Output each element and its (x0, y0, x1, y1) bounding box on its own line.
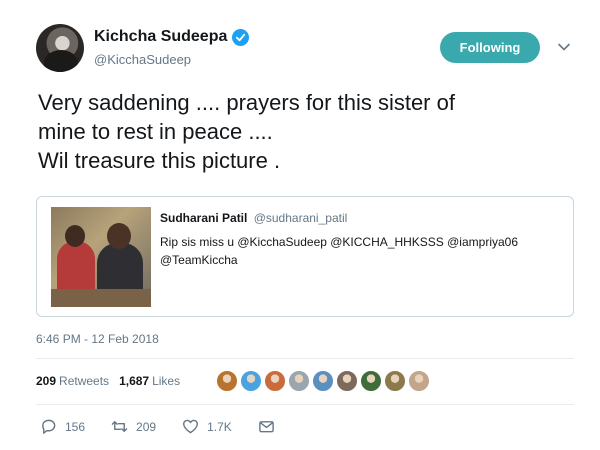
retweet-count: 209 (136, 419, 157, 434)
liker-avatar[interactable] (312, 370, 334, 392)
quoted-tweet-text: Rip sis miss u @KicchaSudeep @KICCHA_HHK… (160, 235, 519, 267)
quoted-tweet-photo[interactable] (51, 207, 151, 307)
envelope-icon (258, 421, 274, 433)
author-name-row: Kichcha Sudeepa (94, 28, 250, 46)
liker-avatar[interactable] (240, 370, 262, 392)
retweet-icon (111, 421, 128, 432)
liker-avatar[interactable] (336, 370, 358, 392)
quoted-tweet-card[interactable]: Sudharani Patil @sudharani_patil Rip sis… (36, 196, 574, 317)
divider-top (36, 358, 574, 359)
liker-avatar[interactable] (360, 370, 382, 392)
liker-avatar[interactable] (216, 370, 238, 392)
liker-avatar[interactable] (408, 370, 430, 392)
divider-bottom (36, 404, 574, 405)
liker-avatars (216, 370, 430, 392)
direct-message-button[interactable] (258, 418, 275, 435)
following-button[interactable]: Following (440, 32, 540, 63)
retweet-stat-label: Retweets (59, 374, 110, 388)
author-avatar[interactable] (36, 24, 84, 72)
liker-avatar[interactable] (264, 370, 286, 392)
retweet-stat-count: 209 (36, 374, 57, 388)
tweet-action-bar: 156 209 1.7K (40, 418, 301, 435)
reply-count: 156 (65, 419, 86, 434)
quoted-author-name: Sudharani Patil (160, 211, 248, 225)
heart-icon (183, 419, 199, 434)
engagement-stats: 209 Retweets 1,687 Likes (36, 374, 180, 388)
liker-avatar[interactable] (384, 370, 406, 392)
retweet-button[interactable]: 209 (111, 418, 156, 435)
reply-icon (42, 419, 56, 434)
tweet-text: Very saddening .... prayers for this sis… (38, 90, 455, 173)
reply-button[interactable]: 156 (40, 418, 85, 435)
like-button[interactable]: 1.7K (182, 418, 232, 435)
author-handle[interactable]: @KicchaSudeep (94, 52, 191, 67)
tweet-timestamp[interactable]: 6:46 PM - 12 Feb 2018 (36, 332, 159, 346)
retweet-stat[interactable]: 209 Retweets (36, 374, 109, 388)
like-stat-count: 1,687 (119, 374, 150, 388)
like-count: 1.7K (207, 419, 232, 434)
quoted-tweet-header: Sudharani Patil @sudharani_patil (160, 211, 347, 225)
verified-badge-icon (232, 28, 250, 46)
author-display-name[interactable]: Kichcha Sudeepa (94, 28, 227, 46)
quoted-author-handle: @sudharani_patil (253, 211, 348, 225)
like-stat-label: Likes (152, 374, 181, 388)
chevron-down-icon[interactable] (557, 40, 571, 54)
like-stat[interactable]: 1,687 Likes (119, 374, 180, 388)
liker-avatar[interactable] (288, 370, 310, 392)
